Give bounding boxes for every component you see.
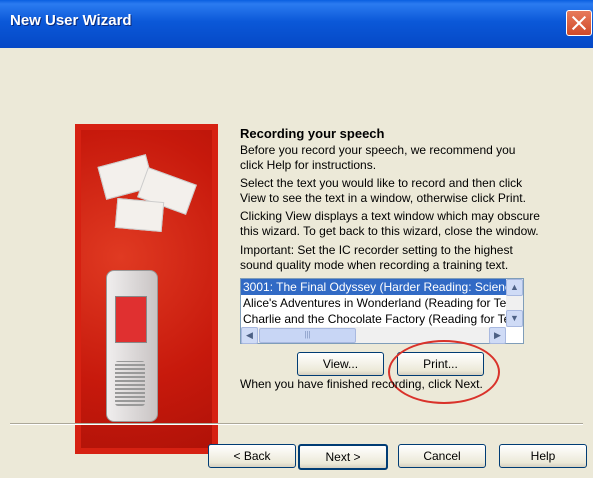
scroll-down-icon[interactable]: ▼	[506, 310, 523, 327]
instruction-text: Important: Set the IC recorder setting t…	[240, 243, 513, 272]
title-bar: New User Wizard	[0, 0, 593, 48]
view-button[interactable]: View...	[297, 352, 384, 376]
instruction-text: Select the text you would like to record…	[240, 176, 526, 205]
scroll-right-icon[interactable]: ▶	[489, 327, 506, 344]
instruction-text: Before you record your speech, we recomm…	[240, 143, 516, 172]
scroll-up-icon[interactable]: ▲	[506, 279, 523, 296]
list-item[interactable]: Charlie and the Chocolate Factory (Readi…	[241, 311, 506, 327]
list-item[interactable]: Alice's Adventures in Wonderland (Readin…	[241, 295, 506, 311]
page-heading: Recording your speech	[240, 126, 385, 141]
cancel-button[interactable]: Cancel	[398, 444, 486, 468]
window-title: New User Wizard	[10, 12, 132, 29]
horizontal-scrollbar[interactable]: ◀ ||| ▶	[241, 327, 506, 344]
finish-note: When you have finished recording, click …	[240, 377, 483, 391]
next-button[interactable]: Next >	[298, 444, 388, 470]
scroll-thumb[interactable]: |||	[259, 328, 356, 343]
close-button[interactable]	[566, 10, 592, 36]
separator	[10, 423, 583, 425]
back-button[interactable]: < Back	[208, 444, 296, 468]
paper-icon	[114, 198, 165, 232]
wizard-window: New User Wizard Recording your speech Be…	[0, 0, 593, 478]
help-button[interactable]: Help	[499, 444, 587, 468]
scroll-left-icon[interactable]: ◀	[241, 327, 258, 344]
vertical-scrollbar[interactable]: ▲ ▼	[506, 279, 523, 327]
text-listbox[interactable]: 3001: The Final Odyssey (Harder Reading:…	[240, 278, 524, 344]
recorder-illustration	[75, 124, 218, 454]
list-item[interactable]: 3001: The Final Odyssey (Harder Reading:…	[241, 279, 506, 295]
instruction-text: Clicking View displays a text window whi…	[240, 209, 540, 238]
ic-recorder-icon	[106, 270, 158, 422]
print-highlight-circle	[388, 340, 500, 404]
